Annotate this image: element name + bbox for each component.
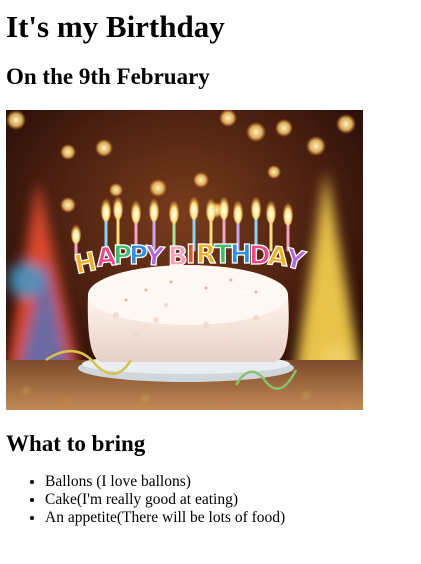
list-item: An appetite(There will be lots of food): [45, 509, 421, 527]
birthday-cake-photo: H A P P Y B I R T H D A Y: [6, 110, 363, 410]
page-title: It's my Birthday: [6, 9, 225, 44]
list-item: Ballons (I love ballons): [45, 473, 421, 491]
list-item: Cake(I'm really good at eating): [45, 491, 421, 509]
svg-text:B: B: [168, 242, 188, 272]
date-subtitle: On the 9th February: [6, 64, 210, 89]
svg-text:I: I: [186, 240, 196, 270]
bring-list: Ballons (I love ballons) Cake(I'm really…: [6, 473, 421, 527]
cake: [87, 265, 289, 362]
what-to-bring-heading: What to bring: [6, 431, 146, 456]
